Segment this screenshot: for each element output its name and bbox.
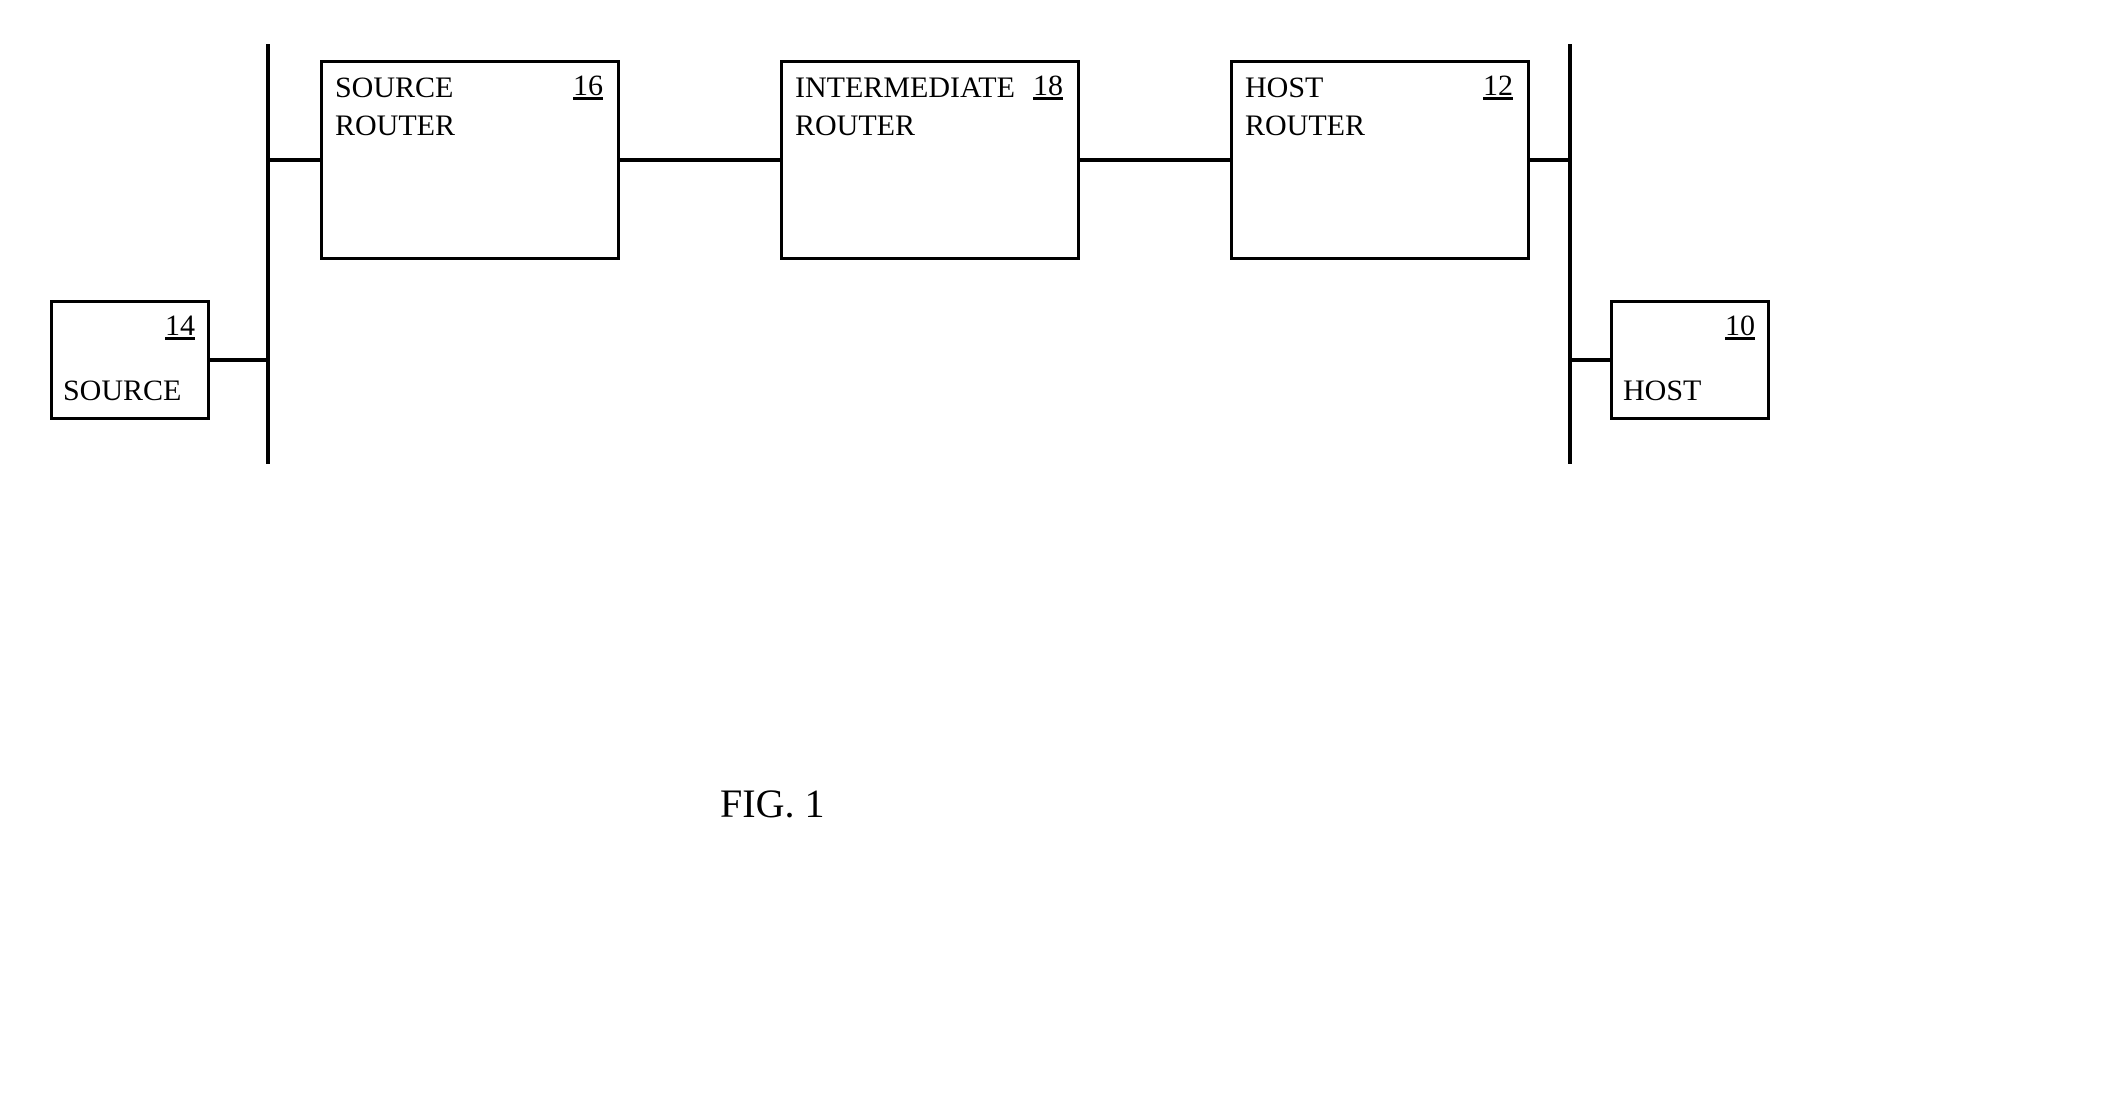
link-hostrouter-to-bus — [1530, 158, 1570, 162]
node-source-label: SOURCE — [63, 372, 181, 410]
node-intermediate-router-label: INTERMEDIATE ROUTER — [795, 69, 1015, 144]
node-host-router-label: HOST ROUTER — [1245, 69, 1365, 144]
link-source-to-bus — [210, 358, 268, 362]
node-source-router-label: SOURCE ROUTER — [335, 69, 455, 144]
node-host-router-ref: 12 — [1483, 69, 1513, 103]
link-intermediate-to-hostrouter — [1080, 158, 1230, 162]
node-source-ref: 14 — [165, 309, 195, 343]
node-host-ref: 10 — [1725, 309, 1755, 343]
node-source: 14 SOURCE — [50, 300, 210, 420]
node-host: 10 HOST — [1610, 300, 1770, 420]
node-intermediate-router: INTERMEDIATE ROUTER 18 — [780, 60, 1080, 260]
bus-right — [1568, 44, 1572, 464]
node-source-router-ref: 16 — [573, 69, 603, 103]
link-bus-to-source-router — [268, 158, 320, 162]
node-host-router: HOST ROUTER 12 — [1230, 60, 1530, 260]
link-bus-to-host — [1570, 358, 1610, 362]
node-source-router: SOURCE ROUTER 16 — [320, 60, 620, 260]
node-host-label: HOST — [1623, 372, 1701, 410]
bus-left — [266, 44, 270, 464]
figure-caption: FIG. 1 — [720, 780, 824, 827]
diagram-canvas: 14 SOURCE SOURCE ROUTER 16 INTERMEDIATE … — [0, 0, 2127, 1094]
link-sourcerouter-to-intermediate — [620, 158, 780, 162]
node-intermediate-router-ref: 18 — [1033, 69, 1063, 103]
